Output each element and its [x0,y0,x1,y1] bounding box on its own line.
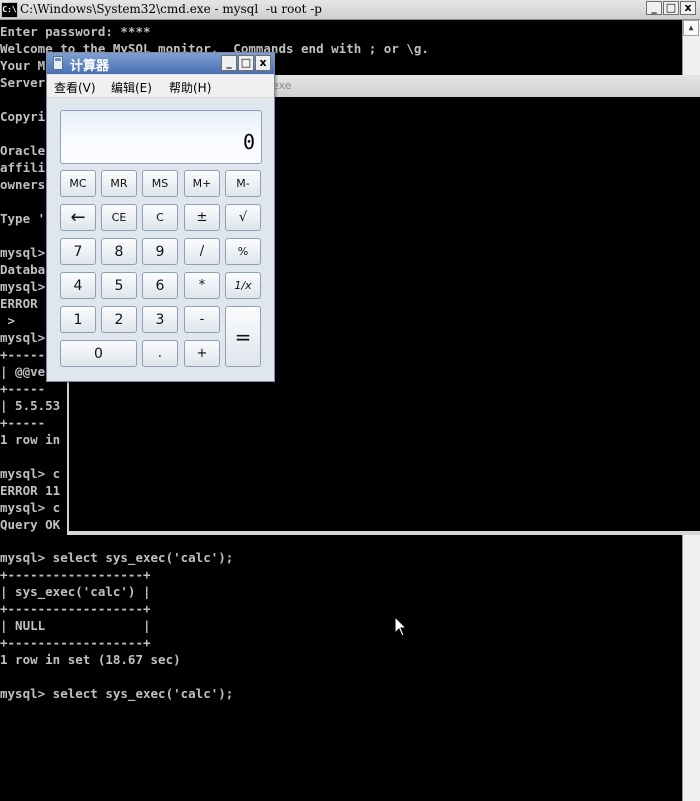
ms-button[interactable]: MS [142,170,178,197]
console-bottom-line: +------------------+ [0,567,151,582]
digit-8-button[interactable]: 8 [101,238,137,265]
console-scrollbar-lower[interactable] [682,533,700,801]
menu-view[interactable]: 查看(V) [54,79,96,96]
digit-6-button[interactable]: 6 [142,272,178,299]
backspace-button[interactable]: ← [60,204,96,231]
digit-9-button[interactable]: 9 [142,238,178,265]
calculator-window-controls: _ □ x [221,55,271,71]
digit-3-button[interactable]: 3 [142,306,178,333]
digit-5-button[interactable]: 5 [101,272,137,299]
scroll-up-arrow-icon[interactable]: ▲ [683,20,699,36]
clear-button[interactable]: C [142,204,178,231]
console-output-bottom: mysql> select sys_exec('calc'); +--------… [0,549,233,702]
display-value: 0 [242,130,255,154]
digit-4-button[interactable]: 4 [60,272,96,299]
ce-button[interactable]: CE [101,204,137,231]
sqrt-button[interactable]: √ [225,204,261,231]
mr-button[interactable]: MR [101,170,137,197]
calc-maximize-button[interactable]: □ [238,55,254,71]
console-bottom-line [0,668,233,685]
close-button[interactable]: x [680,1,696,15]
calculator-app-icon [53,56,63,70]
console-top-line: Enter password: **** [0,24,151,39]
digit-0-button[interactable]: 0 [60,340,137,367]
minus-button[interactable]: - [184,306,220,333]
calc-close-button[interactable]: x [255,55,271,71]
multiply-button[interactable]: * [184,272,220,299]
digit-7-button[interactable]: 7 [60,238,96,265]
console-title: C:\Windows\System32\cmd.exe - mysql -u r… [20,2,322,16]
console-window-controls: _ □ x [646,1,696,15]
console-bottom-line: mysql> select sys_exec('calc'); [0,550,234,565]
reciprocal-button[interactable]: 1/x [225,272,261,299]
minimize-button[interactable]: _ [646,1,662,15]
decimal-button[interactable]: . [142,340,178,367]
digit-1-button[interactable]: 1 [60,306,96,333]
m-minus-button[interactable]: M- [225,170,261,197]
console-bottom-line: | NULL | [0,618,151,633]
calculator-display: 0 [60,110,262,164]
console-bottom-line: 1 row in set (18.67 sec) [0,652,181,667]
divide-button[interactable]: / [184,238,220,265]
mouse-cursor-icon [394,616,408,637]
calculator-title: 计算器 [70,59,110,74]
console-bottom-line: +------------------+ [0,601,151,616]
console-app-icon: C:\ [1,2,18,18]
m-plus-button[interactable]: M+ [184,170,220,197]
menu-edit[interactable]: 编辑(E) [111,79,152,96]
calculator-menubar: 查看(V) 编辑(E) 帮助(H) [47,75,274,98]
mc-button[interactable]: MC [60,170,96,197]
console-scrollbar[interactable]: ▲ [682,20,700,78]
digit-2-button[interactable]: 2 [101,306,137,333]
console-bottom-line: mysql> select sys_exec('calc'); [0,686,234,701]
console-bottom-line: +------------------+ [0,635,151,650]
percent-button[interactable]: % [225,238,261,265]
equals-button[interactable]: = [225,306,261,367]
calculator-titlebar[interactable]: 计算器 _ □ x [47,53,274,74]
calculator-window[interactable]: 计算器 _ □ x 查看(V) 编辑(E) 帮助(H) 0 MC MR MS M… [46,52,275,382]
plus-minus-button[interactable]: ± [184,204,220,231]
menu-help[interactable]: 帮助(H) [169,79,211,96]
maximize-button[interactable]: □ [663,1,679,15]
console-bottom-line: | sys_exec('calc') | [0,584,151,599]
calc-minimize-button[interactable]: _ [221,55,237,71]
plus-button[interactable]: + [184,340,220,367]
console-titlebar[interactable]: C:\ C:\Windows\System32\cmd.exe - mysql … [0,0,700,20]
